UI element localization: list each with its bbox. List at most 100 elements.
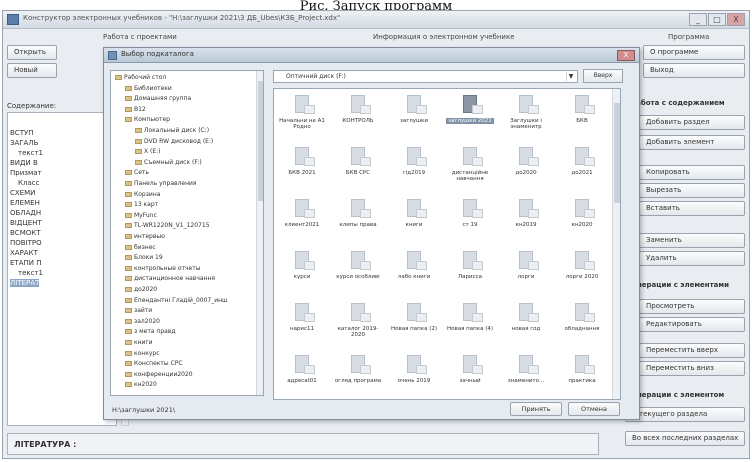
folder-tree-item[interactable]: DVD RW дисковод (E:) (135, 138, 213, 146)
folder-tree-item[interactable]: Блоки 19 (125, 254, 163, 262)
file-item[interactable]: БКВ (558, 95, 606, 141)
folder-tree-item[interactable]: з мета правд (125, 328, 176, 336)
file-item[interactable]: нарис11 (278, 303, 326, 349)
file-item[interactable]: Ларисса (446, 251, 494, 297)
folder-tree-item[interactable]: интервью (125, 233, 165, 241)
folder-tree-item[interactable]: книги (125, 339, 153, 347)
file-item[interactable]: практика (558, 355, 606, 399)
file-item[interactable]: клипы права (334, 199, 382, 245)
file-item[interactable]: клиент2021 (278, 199, 326, 245)
folder-tree-item[interactable]: Съемный диск (F:) (135, 159, 202, 167)
file-item[interactable]: кн2020 (558, 199, 606, 245)
folder-tree-item[interactable]: 13 карт (125, 201, 158, 209)
view-button[interactable]: Просмотреть (639, 299, 745, 314)
folder-tree-item[interactable]: конкурс (125, 350, 160, 358)
file-item[interactable]: новая год (502, 303, 550, 349)
folder-tree-item[interactable]: Рабочий стол (115, 74, 166, 82)
edit-button[interactable]: Редактировать (639, 317, 745, 332)
paste-button[interactable]: Вставить (639, 201, 745, 216)
tree-item[interactable]: Класс (18, 179, 39, 187)
copy-button[interactable]: Копировать (639, 165, 745, 180)
folder-tree-scroll-thumb[interactable] (258, 81, 263, 201)
folder-tree-item[interactable]: конференции2020 (125, 371, 193, 379)
about-button[interactable]: О программе (643, 45, 745, 60)
maximize-button[interactable]: □ (708, 13, 726, 26)
file-item[interactable]: Новая папка (2) (390, 303, 438, 349)
to-all-button[interactable]: Во всех последних разделах (625, 431, 745, 446)
file-item[interactable]: до2020 (502, 147, 550, 193)
tree-item[interactable]: ВИДИ В (10, 159, 38, 167)
file-item[interactable]: книги (390, 199, 438, 245)
tree-item-selected[interactable]: ЛІТЕРАТ (10, 279, 40, 287)
folder-tree-item[interactable]: Епендантні Гладій_0007_инш (125, 297, 228, 305)
folder-tree-scrollbar[interactable] (256, 71, 263, 395)
file-grid-scrollbar[interactable] (612, 89, 620, 399)
folder-tree-item[interactable]: TL-WR1220N_V1_120715 (125, 222, 210, 230)
content-tree[interactable]: ВСТУП ЗАГАЛЬ текст1 ВИДИ В Призмат Класс… (7, 112, 117, 426)
close-button[interactable]: X (727, 13, 745, 26)
tree-item[interactable]: текст1 (18, 269, 43, 277)
folder-tree-item[interactable]: зайти (125, 307, 152, 315)
folder-tree-item[interactable]: контрольные отчеты (125, 265, 200, 273)
file-item[interactable]: знаменито... (502, 355, 550, 399)
file-item[interactable]: кн2019 (502, 199, 550, 245)
move-down-button[interactable]: Переместить вниз (639, 361, 745, 376)
delete-button[interactable]: Удалить (639, 251, 745, 266)
file-item[interactable]: каталог 2019-2020 (334, 303, 382, 349)
file-item[interactable]: гід2019 (390, 147, 438, 193)
tree-item[interactable]: текст1 (18, 149, 43, 157)
folder-tree-item[interactable]: Библиотеки (125, 85, 172, 93)
dialog-close-button[interactable]: X (617, 50, 635, 61)
file-item[interactable]: зачный (446, 355, 494, 399)
file-item[interactable]: очень 2019 (390, 355, 438, 399)
tree-item[interactable]: ПОВІТРО (10, 239, 42, 247)
file-item[interactable]: Заглушки і знаменитр (502, 95, 550, 141)
folder-tree-item[interactable]: до2020 (125, 286, 157, 294)
folder-tree-item[interactable]: Конспекты СРС (125, 360, 183, 368)
file-item-selected[interactable]: заглушки 2021 (446, 95, 494, 141)
file-item[interactable]: БКВ СРС (334, 147, 382, 193)
folder-tree-item[interactable]: Корзина (125, 191, 160, 199)
exit-button[interactable]: Выход (643, 63, 745, 78)
folder-tree-item[interactable]: MyFunc (125, 212, 157, 220)
file-item[interactable]: адресаt01 (278, 355, 326, 399)
tree-item[interactable]: ЕЛЕМЕН (10, 199, 40, 207)
folder-tree-item[interactable]: Панель управления (125, 180, 197, 188)
file-item[interactable]: Новая папка (4) (446, 303, 494, 349)
file-item[interactable]: лабо книги (390, 251, 438, 297)
file-item[interactable]: Начальни не А1 Родно (278, 95, 326, 141)
file-item[interactable]: КОНТРОЛЬ (334, 95, 382, 141)
cut-button[interactable]: Вырезать (639, 183, 745, 198)
folder-tree-item[interactable]: дистанционное навчання (125, 275, 215, 283)
file-grid-scroll-thumb[interactable] (614, 103, 620, 203)
tree-item[interactable]: ЗАГАЛЬ (10, 139, 38, 147)
to-section-button[interactable]: В текущего раздела (625, 407, 745, 422)
tree-item[interactable]: ЕТАПИ П (10, 259, 41, 267)
folder-tree[interactable]: Рабочий стол Библиотеки Домашняя группа В12… (110, 70, 264, 396)
folder-tree-item[interactable]: зал2020 (125, 318, 160, 326)
file-item[interactable]: ст 19 (446, 199, 494, 245)
cancel-button[interactable]: Отмена (568, 402, 620, 416)
file-item[interactable]: лорги (502, 251, 550, 297)
tree-item[interactable]: ХАРАКТ (10, 249, 38, 257)
folder-tree-item[interactable]: Домашняя группа (125, 95, 191, 103)
folder-tree-item[interactable]: В12 (125, 106, 146, 114)
ok-button[interactable]: Принять (510, 402, 562, 416)
open-button[interactable]: Открыть (7, 45, 57, 60)
minimize-button[interactable]: _ (689, 13, 707, 26)
tree-item[interactable]: Призмат (10, 169, 42, 177)
tree-item[interactable]: СХЕМИ (10, 189, 35, 197)
file-item[interactable]: до2021 (558, 147, 606, 193)
folder-tree-item[interactable]: кн2020 (125, 381, 157, 389)
tree-item[interactable]: ОБЛАДН (10, 209, 41, 217)
folder-tree-item[interactable]: Сеть (125, 169, 149, 177)
folder-tree-item[interactable]: Локальный диск (C:) (135, 127, 209, 135)
file-item[interactable]: курси особливі (334, 251, 382, 297)
tree-item[interactable]: ВСМОКТ (10, 229, 41, 237)
file-item[interactable]: лорги 2020 (558, 251, 606, 297)
folder-tree-item[interactable]: Компьютер (125, 116, 170, 124)
new-button[interactable]: Новый (7, 63, 57, 78)
tree-item[interactable]: ВСТУП (10, 129, 34, 137)
file-item[interactable]: огляд програма (334, 355, 382, 399)
folder-tree-item[interactable]: бизнес (125, 244, 156, 252)
